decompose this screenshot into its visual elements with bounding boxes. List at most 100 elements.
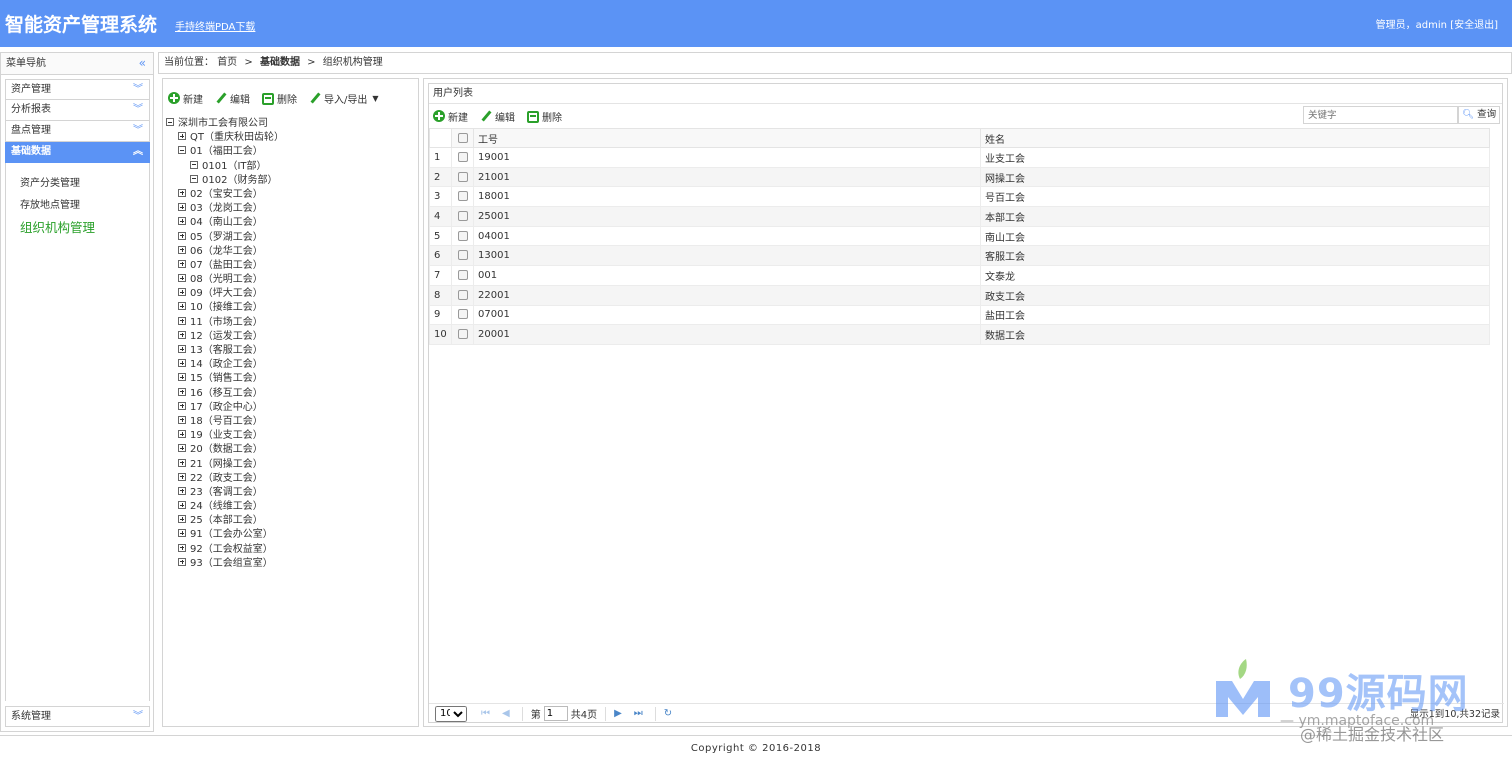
- tree-add-button[interactable]: 新建: [168, 91, 203, 106]
- tree-node[interactable]: 07（盐田工会）: [166, 259, 418, 273]
- select-all-checkbox[interactable]: [457, 132, 468, 143]
- tree-node[interactable]: 11（市场工会）: [166, 316, 418, 330]
- tree-node[interactable]: 25（本部工会）: [166, 514, 418, 528]
- tree-node[interactable]: 01（福田工会）: [166, 145, 418, 159]
- table-row[interactable]: 1 19001 业支工会: [429, 147, 1490, 168]
- tree-node[interactable]: 03（龙岗工会）: [166, 202, 418, 216]
- table-row[interactable]: 7 001 文泰龙: [429, 265, 1490, 286]
- expand-icon[interactable]: [178, 245, 186, 254]
- tree-node[interactable]: 93（工会组宣室）: [166, 557, 418, 571]
- expand-icon[interactable]: [178, 444, 186, 453]
- tree-node[interactable]: 91（工会办公室）: [166, 528, 418, 542]
- expand-icon[interactable]: [178, 415, 186, 424]
- tree-node[interactable]: 18（号百工会）: [166, 415, 418, 429]
- tree-node-root[interactable]: 深圳市工会有限公司: [166, 117, 418, 131]
- row-checkbox[interactable]: [457, 329, 468, 340]
- expand-icon[interactable]: [178, 330, 186, 339]
- expand-icon[interactable]: [178, 486, 186, 495]
- expand-icon[interactable]: [178, 188, 186, 197]
- table-row[interactable]: 10 20001 数据工会: [429, 324, 1490, 345]
- tree-node[interactable]: 17（政企中心）: [166, 401, 418, 415]
- tree-node[interactable]: 20（数据工会）: [166, 443, 418, 457]
- sidebar-item-inventory[interactable]: 盘点管理 ︾: [5, 121, 150, 142]
- search-button[interactable]: 🔍︎ 查询: [1458, 106, 1500, 124]
- expand-icon[interactable]: [178, 557, 186, 566]
- page-size-select[interactable]: 10: [435, 705, 467, 722]
- row-checkbox[interactable]: [457, 171, 468, 182]
- tree-edit-button[interactable]: 编辑: [215, 91, 250, 106]
- collapse-icon[interactable]: [190, 174, 198, 183]
- expand-icon[interactable]: [178, 259, 186, 268]
- expand-icon[interactable]: [178, 430, 186, 439]
- collapse-icon[interactable]: [178, 146, 186, 155]
- table-row[interactable]: 8 22001 政支工会: [429, 284, 1490, 306]
- tree-node[interactable]: 16（移互工会）: [166, 387, 418, 401]
- row-checkbox[interactable]: [457, 250, 468, 261]
- tree-node[interactable]: 12（运发工会）: [166, 330, 418, 344]
- row-checkbox[interactable]: [457, 191, 468, 202]
- row-checkbox[interactable]: [457, 309, 468, 320]
- row-checkbox[interactable]: [457, 210, 468, 221]
- expand-icon[interactable]: [178, 203, 186, 212]
- tree-node[interactable]: 22（政支工会）: [166, 472, 418, 486]
- collapse-icon[interactable]: [166, 118, 174, 126]
- tree-node[interactable]: QT（重庆秋田齿轮）: [166, 131, 418, 145]
- expand-icon[interactable]: [178, 302, 186, 311]
- tree-node[interactable]: 14（政企工会）: [166, 358, 418, 372]
- breadcrumb-home[interactable]: 首页: [217, 57, 237, 68]
- expand-icon[interactable]: [178, 501, 186, 510]
- tree-node[interactable]: 05（罗湖工会）: [166, 231, 418, 245]
- sidebar-item-system[interactable]: 系统管理 ︾: [5, 706, 150, 727]
- expand-icon[interactable]: [178, 217, 186, 226]
- expand-icon[interactable]: [178, 387, 186, 396]
- collapse-icon[interactable]: [190, 160, 198, 169]
- keyword-search-input[interactable]: [1303, 106, 1458, 124]
- prev-page-icon[interactable]: ◀: [502, 708, 510, 719]
- expand-icon[interactable]: [178, 515, 186, 524]
- tree-node[interactable]: 19（业支工会）: [166, 429, 418, 443]
- tree-node[interactable]: 10（接维工会）: [166, 301, 418, 315]
- tree-node[interactable]: 0101（IT部）: [166, 160, 418, 174]
- submenu-asset-category[interactable]: 资产分类管理: [6, 173, 149, 195]
- tree-node[interactable]: 92（工会权益室）: [166, 543, 418, 557]
- table-row[interactable]: 2 21001 网操工会: [429, 166, 1490, 188]
- expand-icon[interactable]: [178, 472, 186, 481]
- double-chevron-left-icon[interactable]: «: [139, 53, 146, 74]
- next-page-icon[interactable]: ▶: [614, 708, 622, 719]
- grid-edit-button[interactable]: 编辑: [480, 109, 515, 124]
- first-page-icon[interactable]: ⏮: [481, 708, 490, 719]
- expand-icon[interactable]: [178, 288, 186, 297]
- tree-node[interactable]: 06（龙华工会）: [166, 245, 418, 259]
- grid-add-button[interactable]: 新建: [433, 109, 468, 124]
- tree-node[interactable]: 08（光明工会）: [166, 273, 418, 287]
- submenu-org-management[interactable]: 组织机构管理: [6, 217, 149, 239]
- tree-node[interactable]: 09（坪大工会）: [166, 287, 418, 301]
- expand-icon[interactable]: [178, 274, 186, 283]
- row-checkbox[interactable]: [457, 269, 468, 280]
- pda-download-link[interactable]: 手持终端PDA下载: [175, 18, 255, 33]
- expand-icon[interactable]: [178, 345, 186, 353]
- table-row[interactable]: 4 25001 本部工会: [429, 206, 1490, 227]
- row-checkbox[interactable]: [457, 289, 468, 300]
- table-row[interactable]: 9 07001 盐田工会: [429, 304, 1490, 326]
- tree-node[interactable]: 0102（财务部）: [166, 174, 418, 188]
- expand-icon[interactable]: [178, 373, 186, 382]
- tree-node[interactable]: 21（网操工会）: [166, 458, 418, 472]
- sidebar-item-reports[interactable]: 分析报表 ︾: [5, 100, 150, 121]
- sidebar-item-basic-data[interactable]: 基础数据 ︽: [5, 142, 150, 163]
- column-header-name[interactable]: 姓名: [980, 128, 1490, 148]
- tree-node[interactable]: 04（南山工会）: [166, 216, 418, 230]
- submenu-storage-location[interactable]: 存放地点管理: [6, 195, 149, 217]
- expand-icon[interactable]: [178, 529, 186, 538]
- row-checkbox[interactable]: [457, 230, 468, 241]
- tree-delete-button[interactable]: 删除: [262, 91, 297, 106]
- expand-icon[interactable]: [178, 316, 186, 325]
- tree-node[interactable]: 02（宝安工会）: [166, 188, 418, 202]
- refresh-icon[interactable]: ↻: [664, 708, 672, 719]
- table-row[interactable]: 5 04001 南山工会: [429, 225, 1490, 247]
- sidebar-item-asset-management[interactable]: 资产管理 ︾: [5, 79, 150, 100]
- logout-link[interactable]: [安全退出]: [1450, 20, 1498, 31]
- tree-node[interactable]: 13（客服工会）: [166, 344, 418, 358]
- column-header-id[interactable]: 工号: [473, 128, 981, 148]
- tree-node[interactable]: 24（线维工会）: [166, 500, 418, 514]
